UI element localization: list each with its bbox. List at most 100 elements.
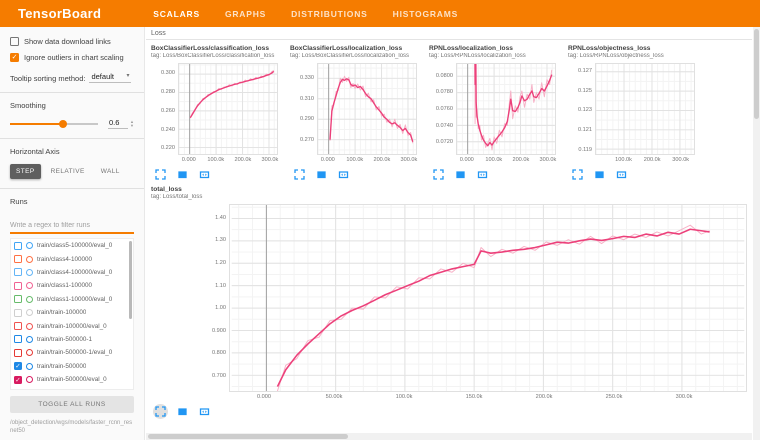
vertical-scrollbar[interactable] xyxy=(753,27,760,440)
chart-card-rpn-objectness-loss: RPNLoss/objectness_loss tag: Loss/RPNLos… xyxy=(568,45,701,182)
divider xyxy=(0,188,144,189)
fit-domain-icon[interactable] xyxy=(475,167,490,182)
run-list-item[interactable]: ✓ train/train-500000 xyxy=(11,360,133,373)
run-checkbox[interactable] xyxy=(14,242,22,250)
y-tick-label: 0.220 xyxy=(161,145,175,151)
fit-domain-icon[interactable] xyxy=(197,167,212,182)
log-scale-icon[interactable] xyxy=(175,167,190,182)
run-isolate-toggle[interactable] xyxy=(26,336,33,343)
x-tick-label: 150.0k xyxy=(466,394,483,400)
tab-scalars[interactable]: SCALARS xyxy=(151,5,202,23)
run-checkbox[interactable]: ✓ xyxy=(14,376,22,384)
chart-card-box-localization-loss: BoxClassifierLoss/localization_loss tag:… xyxy=(290,45,423,182)
category-header[interactable]: Loss xyxy=(146,27,752,40)
chart-title: total_loss xyxy=(151,186,752,193)
expand-icon[interactable] xyxy=(153,404,168,419)
run-list-item[interactable]: train/class4-100000/eval_0 xyxy=(11,266,133,279)
chart-plot[interactable] xyxy=(595,63,695,155)
run-list-item[interactable]: train/train-100000 xyxy=(11,306,133,319)
stepper-arrows-icon[interactable]: ▲▼ xyxy=(130,120,134,127)
run-isolate-toggle[interactable] xyxy=(26,256,33,263)
expand-icon[interactable] xyxy=(153,167,168,182)
app-logo: TensorBoard xyxy=(18,6,101,21)
small-charts-row: BoxClassifierLoss/classification_loss ta… xyxy=(146,40,752,182)
axis-button-relative[interactable]: RELATIVE xyxy=(45,164,91,179)
runs-list-scrollbar[interactable] xyxy=(129,241,132,319)
run-name: train/train-500000-1/eval_0 xyxy=(37,349,112,356)
run-isolate-toggle[interactable] xyxy=(26,376,33,383)
run-checkbox[interactable] xyxy=(14,268,22,276)
chart-plot[interactable] xyxy=(178,63,278,155)
log-scale-icon[interactable] xyxy=(314,167,329,182)
y-tick-label: 0.290 xyxy=(300,116,314,122)
chart-plot[interactable] xyxy=(456,63,556,155)
checkbox[interactable]: ✓ xyxy=(10,53,19,62)
expand-icon[interactable] xyxy=(431,167,446,182)
checkbox-label: Show data download links xyxy=(24,37,111,46)
run-checkbox[interactable] xyxy=(14,322,22,330)
run-checkbox[interactable] xyxy=(14,309,22,317)
axis-button-step[interactable]: STEP xyxy=(10,164,41,179)
log-scale-icon[interactable] xyxy=(453,167,468,182)
run-isolate-toggle[interactable] xyxy=(26,296,33,303)
run-list-item[interactable]: train/train-500000-1/eval_0 xyxy=(11,346,133,359)
run-checkbox[interactable] xyxy=(14,349,22,357)
expand-icon[interactable] xyxy=(570,167,585,182)
tooltip-sorting-row: Tooltip sorting method: default ▾ xyxy=(10,72,134,83)
run-list-item[interactable]: train/class1-100000/eval_0 xyxy=(11,293,133,306)
run-name: train/train-500000 xyxy=(37,363,86,370)
run-isolate-toggle[interactable] xyxy=(26,242,33,249)
run-isolate-toggle[interactable] xyxy=(26,363,33,370)
run-list-item[interactable]: train/train-100000/eval_0 xyxy=(11,319,133,332)
run-list-item[interactable]: ✓train/train-500000/eval_0 xyxy=(11,373,133,386)
x-axis-labels: 0.00050.00k100.0k150.0k200.0k250.0k300.0… xyxy=(229,392,747,401)
tooltip-sorting-dropdown[interactable]: default ▾ xyxy=(89,72,131,83)
run-checkbox[interactable] xyxy=(14,282,22,290)
chart-toolbar xyxy=(292,167,423,182)
slider-knob[interactable] xyxy=(59,120,67,128)
run-isolate-toggle[interactable] xyxy=(26,282,33,289)
fit-domain-icon[interactable] xyxy=(614,167,629,182)
expand-icon[interactable] xyxy=(292,167,307,182)
toggle-all-runs-button[interactable]: TOGGLE ALL RUNS xyxy=(10,396,134,413)
run-isolate-toggle[interactable] xyxy=(26,349,33,356)
y-tick-label: 0.127 xyxy=(578,68,592,74)
run-list-item[interactable]: train/class1-100000 xyxy=(11,279,133,292)
x-tick-label: 200.0k xyxy=(536,394,553,400)
tab-histograms[interactable]: HISTOGRAMS xyxy=(391,5,460,23)
run-checkbox[interactable]: ✓ xyxy=(14,362,22,370)
y-tick-label: 0.240 xyxy=(161,127,175,133)
run-isolate-toggle[interactable] xyxy=(26,269,33,276)
run-list-item[interactable]: train/train-500000-1 xyxy=(11,333,133,346)
x-tick-label: 200.0k xyxy=(512,157,529,163)
checkbox[interactable] xyxy=(10,37,19,46)
horizontal-scrollbar[interactable] xyxy=(146,433,752,440)
run-checkbox[interactable] xyxy=(14,255,22,263)
axis-button-wall[interactable]: WALL xyxy=(95,164,126,179)
tab-distributions[interactable]: DISTRIBUTIONS xyxy=(289,5,370,23)
x-axis-labels: 0.000100.0k200.0k300.0k xyxy=(317,155,417,164)
fit-domain-icon[interactable] xyxy=(197,404,212,419)
chart-plot[interactable] xyxy=(229,204,747,392)
run-isolate-toggle[interactable] xyxy=(26,323,33,330)
x-tick-label: 300.0k xyxy=(261,157,278,163)
smoothing-slider[interactable] xyxy=(10,119,98,129)
run-list-item[interactable]: train/class5-100000/eval_0 xyxy=(11,239,133,252)
run-isolate-toggle[interactable] xyxy=(26,309,33,316)
run-checkbox[interactable] xyxy=(14,295,22,303)
run-list-item[interactable]: train/class4-100000 xyxy=(11,252,133,265)
runs-filter-input[interactable] xyxy=(10,220,134,234)
y-tick-label: 1.00 xyxy=(215,305,226,311)
run-name: train/class1-100000 xyxy=(37,282,92,289)
chart-toolbar xyxy=(153,167,284,182)
y-tick-label: 0.900 xyxy=(212,328,226,334)
smoothing-row: 0.6 ▲▼ xyxy=(10,118,134,129)
log-scale-icon[interactable] xyxy=(592,167,607,182)
fit-domain-icon[interactable] xyxy=(336,167,351,182)
log-scale-icon[interactable] xyxy=(175,404,190,419)
smoothing-value[interactable]: 0.6 xyxy=(108,118,128,129)
run-name: train/class4-100000/eval_0 xyxy=(37,269,112,276)
run-checkbox[interactable] xyxy=(14,335,22,343)
chart-plot[interactable] xyxy=(317,63,417,155)
tab-graphs[interactable]: GRAPHS xyxy=(223,5,268,23)
